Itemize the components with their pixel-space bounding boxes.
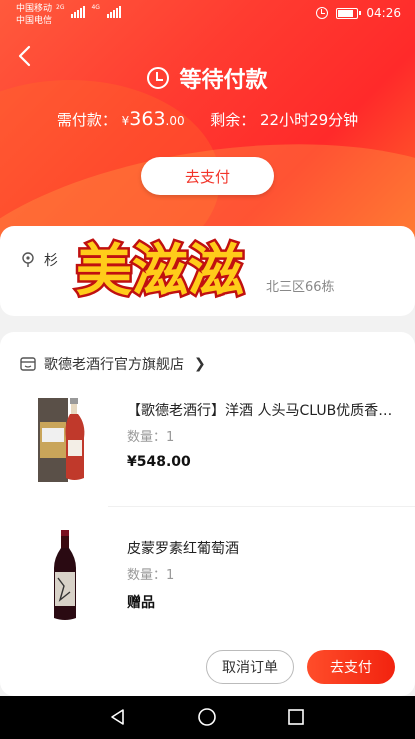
store-icon <box>20 357 36 371</box>
battery-icon <box>336 7 362 19</box>
amount-label: 需付款： <box>56 111 117 129</box>
item-title: 皮蒙罗素红葡萄酒 <box>127 541 239 557</box>
order-card: 歌德老酒行官方旗舰店 ❯ 【歌德老酒行】洋酒 人头马CLUB优质香槟区干邑 数量… <box>0 332 415 696</box>
payment-summary: 需付款： ¥363.00 剩余： 22小时29分钟 <box>0 108 415 130</box>
address-detail: 北三区66栋 <box>266 280 335 295</box>
signal-icon <box>71 6 86 18</box>
nav-recents-icon[interactable] <box>286 707 306 727</box>
signal-indicators: 2G 4G <box>56 4 121 18</box>
status-bar: 中国移动 中国电信 2G 4G 04:26 <box>0 0 415 28</box>
product-image-cognac <box>38 398 85 482</box>
item-price: ¥548.00 <box>127 454 191 470</box>
remaining-label: 剩余： <box>210 111 256 129</box>
location-pin-icon <box>22 252 34 267</box>
clock-time: 04:26 <box>366 6 401 20</box>
shop-name: 歌德老酒行官方旗舰店 <box>44 357 184 373</box>
pay-button[interactable]: 去支付 <box>307 650 395 684</box>
item-quantity: 数量：1 <box>127 568 175 583</box>
product-image-red-wine <box>54 530 76 620</box>
carrier-1: 中国移动 <box>16 4 53 14</box>
remaining-time: 22小时29分钟 <box>259 111 359 129</box>
item-title: 【歌德老酒行】洋酒 人头马CLUB优质香槟区干邑 <box>127 403 397 419</box>
page-title: 等待付款 <box>179 68 268 93</box>
network-type-2: 4G <box>91 4 100 11</box>
watermark-text: 美滋滋 <box>76 239 244 304</box>
amount-integer: 363 <box>129 108 166 130</box>
amount-decimal: .00 <box>165 114 185 128</box>
network-type-1: 2G <box>56 4 65 11</box>
carrier-labels: 中国移动 中国电信 <box>16 3 52 27</box>
gift-label: 赠品 <box>127 595 155 611</box>
order-status-header: 中国移动 中国电信 2G 4G 04:26 等待付款 需付款： ¥363.00 … <box>0 0 415 250</box>
alarm-icon <box>316 7 329 19</box>
signal-icon <box>106 6 121 18</box>
right-status: 04:26 <box>316 6 401 20</box>
shop-link[interactable]: 歌德老酒行官方旗舰店 ❯ <box>20 354 206 374</box>
chevron-right-icon: ❯ <box>194 356 206 372</box>
nav-home-icon[interactable] <box>197 707 217 727</box>
system-nav-bar <box>0 696 415 739</box>
cancel-order-button[interactable]: 取消订单 <box>206 650 294 684</box>
watermark-sticker: 美滋滋 <box>74 237 247 307</box>
item-quantity: 数量：1 <box>127 430 175 445</box>
carrier-2: 中国电信 <box>16 16 53 26</box>
item-divider <box>108 506 415 507</box>
pay-now-button[interactable]: 去支付 <box>141 157 274 195</box>
status-title-row: 等待付款 <box>0 62 415 94</box>
nav-back-icon[interactable] <box>108 707 128 727</box>
clock-icon <box>147 67 170 89</box>
